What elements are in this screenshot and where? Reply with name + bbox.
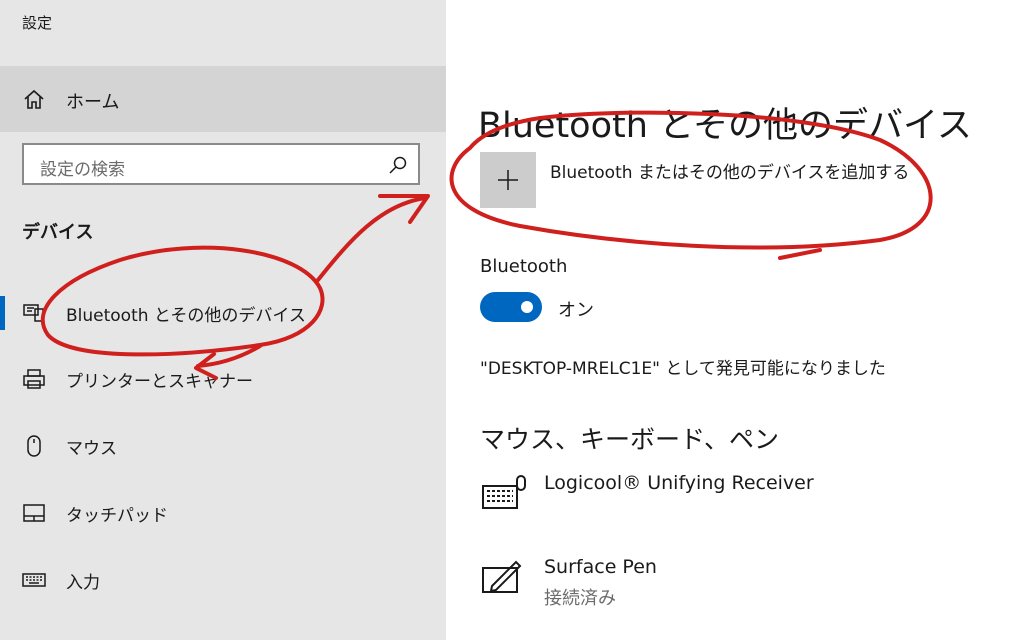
sidebar-item-label: Bluetooth とその他のデバイス <box>66 306 306 326</box>
toggle-knob <box>521 301 533 313</box>
sidebar-item-bluetooth[interactable]: Bluetooth とその他のデバイス <box>0 288 446 338</box>
devices-section-heading: マウス、キーボード、ペン <box>480 425 780 454</box>
active-indicator <box>0 296 5 330</box>
sidebar: 設定 ホーム 設定の検索 デバイス Bluetooth とその他のデバイス プリ… <box>0 0 446 640</box>
search-placeholder: 設定の検索 <box>40 160 125 180</box>
add-device-tile[interactable] <box>480 152 536 208</box>
plus-icon <box>498 170 518 190</box>
toggle-state-text: オン <box>558 300 594 321</box>
sidebar-item-label: ホーム <box>66 92 120 113</box>
device-status: 接続済み <box>544 588 616 609</box>
home-icon <box>24 89 44 109</box>
add-device-button[interactable]: Bluetooth またはその他のデバイスを追加する <box>480 152 960 210</box>
device-name: Surface Pen <box>544 556 657 578</box>
device-item[interactable]: Logicool® Unifying Receiver <box>480 472 980 532</box>
printer-icon <box>23 369 45 389</box>
bluetooth-devices-icon <box>23 304 44 322</box>
pen-icon <box>482 560 522 593</box>
mouse-icon <box>27 435 41 457</box>
bluetooth-toggle[interactable] <box>480 292 542 322</box>
add-device-label: Bluetooth またはその他のデバイスを追加する <box>550 163 910 183</box>
sidebar-item-input[interactable]: 入力 <box>0 555 446 605</box>
search-input[interactable]: 設定の検索 <box>22 143 420 185</box>
sidebar-item-label: 入力 <box>66 573 100 593</box>
sidebar-item-label: タッチパッド <box>66 506 168 526</box>
device-name: Logicool® Unifying Receiver <box>544 472 814 494</box>
search-icon[interactable] <box>388 155 408 175</box>
sidebar-item-printers[interactable]: プリンターとスキャナー <box>0 354 446 404</box>
touchpad-icon <box>23 504 45 522</box>
page-title: Bluetooth とその他のデバイス <box>478 106 972 147</box>
keyboard-icon <box>22 573 46 587</box>
app-title: 設定 <box>22 14 53 32</box>
sidebar-item-home[interactable]: ホーム <box>0 66 446 132</box>
sidebar-section-heading: デバイス <box>22 222 94 243</box>
device-item[interactable]: Surface Pen 接続済み <box>480 556 980 616</box>
sidebar-item-mouse[interactable]: マウス <box>0 421 446 471</box>
discoverable-status: "DESKTOP-MRELC1E" として発見可能になりました <box>480 359 886 379</box>
sidebar-item-label: マウス <box>66 439 117 459</box>
keyboard-mouse-icon <box>482 475 526 509</box>
sidebar-item-label: プリンターとスキャナー <box>66 372 253 392</box>
bluetooth-label: Bluetooth <box>480 256 568 277</box>
main-panel: Bluetooth とその他のデバイス Bluetooth またはその他のデバイ… <box>446 0 1024 640</box>
sidebar-item-touchpad[interactable]: タッチパッド <box>0 488 446 538</box>
